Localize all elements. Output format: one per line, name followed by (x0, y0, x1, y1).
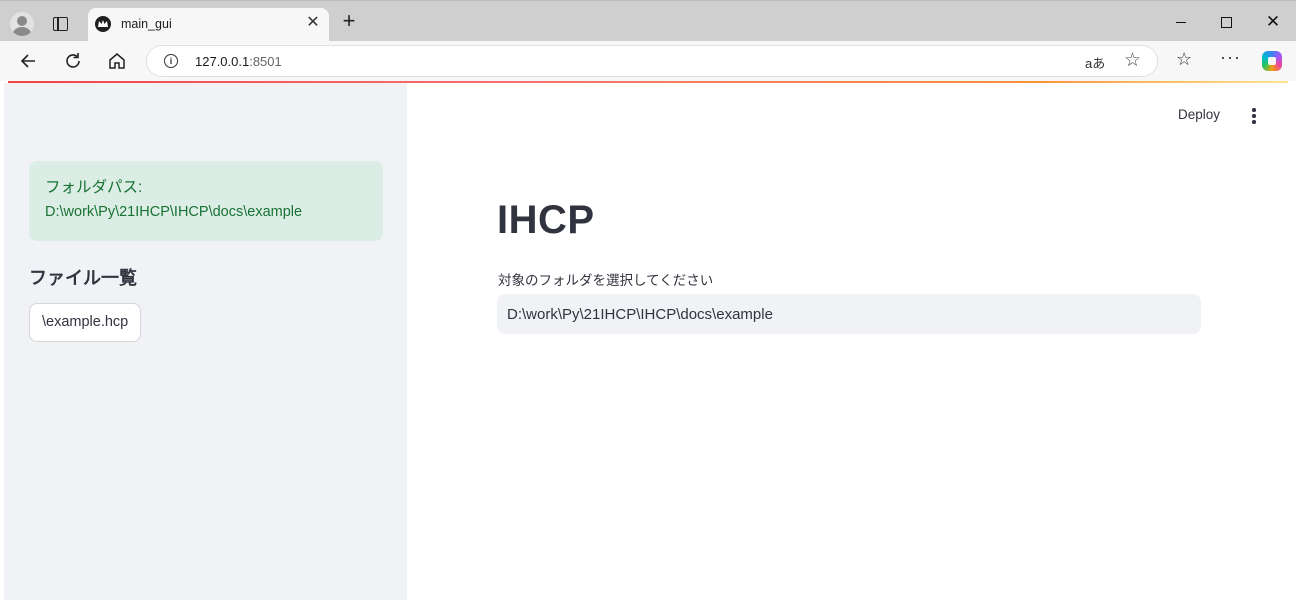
more-options-icon[interactable]: ··· (1220, 47, 1241, 68)
site-info-icon[interactable]: i (164, 54, 178, 68)
tab-actions-icon[interactable] (53, 17, 68, 31)
window-close-button[interactable]: ✕ (1262, 11, 1284, 33)
sidebar: フォルダパス: D:\work\Py\21IHCP\IHCP\docs\exam… (4, 83, 407, 600)
deploy-button[interactable]: Deploy (1178, 107, 1220, 122)
profile-avatar-icon[interactable] (10, 12, 34, 36)
back-arrow-icon[interactable] (18, 50, 40, 72)
favorite-star-icon[interactable]: ☆ (1124, 49, 1141, 72)
new-tab-button[interactable]: + (337, 9, 361, 33)
browser-tab[interactable]: main_gui ✕ (88, 8, 329, 42)
file-button-example[interactable]: \example.hcp (29, 303, 142, 342)
streamlit-favicon-icon (95, 16, 111, 32)
window-minimize-button[interactable] (1170, 11, 1192, 33)
page-title: IHCP (497, 198, 595, 242)
file-list-heading: ファイル一覧 (29, 268, 137, 288)
copilot-icon[interactable] (1262, 51, 1282, 71)
home-icon[interactable] (106, 50, 128, 72)
browser-toolbar: i 127.0.0.1:8501 aあ ☆ (0, 41, 1296, 81)
url-text: 127.0.0.1:8501 (195, 54, 282, 69)
tab-title: main_gui (121, 17, 172, 31)
main-menu-icon[interactable] (1250, 108, 1258, 124)
folder-path-value: D:\work\Py\21IHCP\IHCP\docs\example (45, 204, 303, 220)
tab-close-icon[interactable]: ✕ (304, 14, 322, 32)
folder-path-input[interactable] (497, 294, 1201, 334)
browser-tab-bar: main_gui ✕ + ✕ (0, 0, 1296, 42)
streamlit-app: フォルダパス: D:\work\Py\21IHCP\IHCP\docs\exam… (4, 83, 1292, 600)
main-content: Deploy IHCP 対象のフォルダを選択してください (407, 83, 1292, 600)
folder-input-label: 対象のフォルダを選択してください (498, 273, 714, 288)
folder-path-alert: フォルダパス: D:\work\Py\21IHCP\IHCP\docs\exam… (29, 161, 383, 241)
favorites-icon[interactable]: ☆ (1176, 49, 1192, 70)
read-aloud-icon[interactable]: aあ (1085, 53, 1105, 72)
reload-icon[interactable] (62, 50, 84, 72)
folder-path-label: フォルダパス: (45, 179, 143, 196)
address-bar[interactable]: i 127.0.0.1:8501 aあ ☆ (146, 45, 1158, 77)
window-maximize-button[interactable] (1215, 11, 1237, 33)
